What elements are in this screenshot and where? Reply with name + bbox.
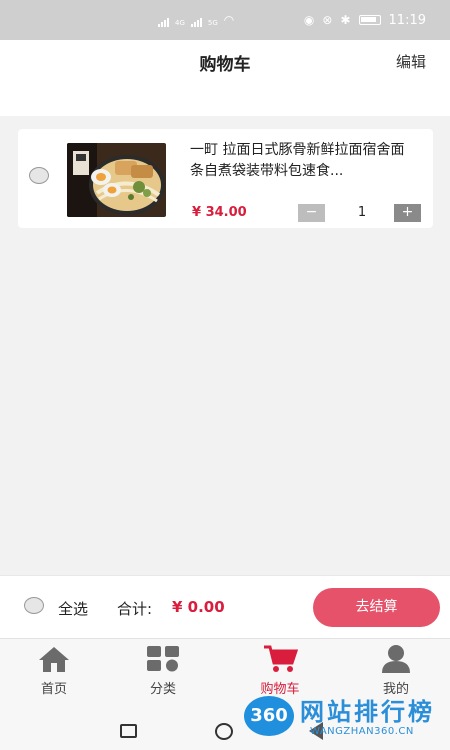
user-icon xyxy=(356,643,436,675)
page-title: 购物车 xyxy=(199,55,251,75)
tab-category[interactable]: 分类 xyxy=(123,643,203,697)
header: 购物车 编辑 xyxy=(0,40,450,116)
status-time: 11:19 xyxy=(388,12,426,28)
signal-indicators: 4G 5G ◠ xyxy=(158,13,234,27)
recent-apps-icon[interactable] xyxy=(120,724,137,738)
checkout-bar: 全选 合计: ¥ 0.00 去结算 xyxy=(0,575,450,638)
home-button-icon[interactable] xyxy=(215,723,233,740)
alarm-icon: ⊗ xyxy=(322,13,333,27)
eye-icon: ◉ xyxy=(303,13,315,27)
status-right: ◉ ⊗ ✱ 11:19 xyxy=(304,13,426,28)
quantity-decrease-button[interactable]: − xyxy=(298,204,325,222)
item-select-radio[interactable] xyxy=(29,167,49,184)
cart-icon xyxy=(240,643,320,675)
quantity-increase-button[interactable]: + xyxy=(394,204,421,222)
product-image[interactable] xyxy=(67,143,166,217)
cart-item: 一町 拉面日式豚骨新鲜拉面宿舍面条自煮袋装带料包速食... ¥ 34.00 − … xyxy=(18,129,433,228)
tab-cart[interactable]: 购物车 xyxy=(240,643,320,697)
item-title[interactable]: 一町 拉面日式豚骨新鲜拉面宿舍面条自煮袋装带料包速食... xyxy=(190,140,418,182)
bluetooth-icon: ✱ xyxy=(340,13,351,27)
signal-icon-2 xyxy=(190,18,202,27)
signal-icon xyxy=(158,18,169,27)
edit-button[interactable]: 编辑 xyxy=(396,51,426,72)
tab-home-label: 首页 xyxy=(40,682,67,697)
checkout-button[interactable]: 去结算 xyxy=(313,588,440,627)
tab-category-label: 分类 xyxy=(149,682,176,697)
select-all-label[interactable]: 全选 xyxy=(58,598,88,619)
select-all-radio[interactable] xyxy=(24,597,44,614)
quantity-value: 1 xyxy=(357,205,367,220)
battery-icon xyxy=(358,15,381,25)
watermark: 360 网站排行榜 WANGZHAN360.CN xyxy=(242,690,450,748)
tab-home[interactable]: 首页 xyxy=(14,643,94,697)
network-type-1: 4G xyxy=(175,19,185,27)
status-bar: 4G 5G ◠ ◉ ⊗ ✱ 11:19 xyxy=(0,0,450,40)
home-icon xyxy=(14,643,94,675)
item-price: ¥ 34.00 xyxy=(192,205,247,220)
watermark-subtitle: WANGZHAN360.CN xyxy=(310,726,414,737)
watermark-logo: 360 xyxy=(244,696,294,736)
total-value: ¥ 0.00 xyxy=(172,598,225,616)
network-type-2: 5G xyxy=(207,19,218,27)
total-label: 合计: xyxy=(117,600,153,618)
tab-profile[interactable]: 我的 xyxy=(356,643,436,697)
category-icon xyxy=(123,643,203,675)
wifi-icon: ◠ xyxy=(223,13,235,27)
watermark-title: 网站排行榜 xyxy=(300,698,435,726)
